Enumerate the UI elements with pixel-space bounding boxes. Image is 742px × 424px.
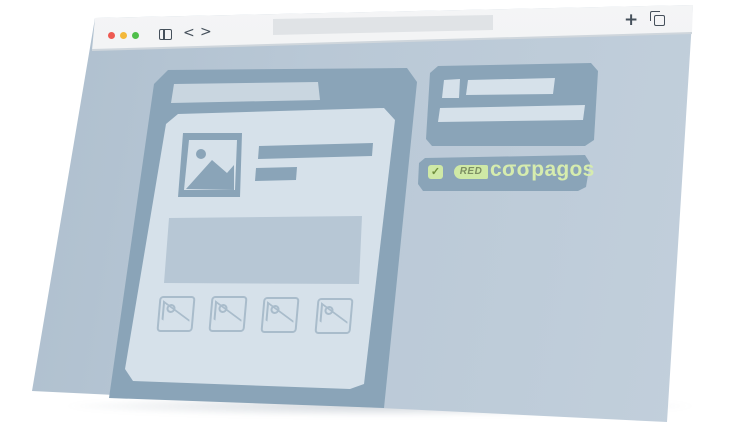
sidebar-icon[interactable]: [159, 29, 172, 40]
browser-mockup-stage: < > + ✓ RED cσσpagos: [0, 0, 742, 424]
plus-icon[interactable]: +: [624, 10, 638, 30]
chevron-right-icon[interactable]: >: [200, 24, 212, 40]
thumbnail-image-icon[interactable]: [314, 298, 354, 334]
close-window-button[interactable]: [108, 32, 115, 39]
zoom-window-button[interactable]: [132, 32, 139, 39]
thumbnail-image-icon[interactable]: [208, 296, 248, 332]
checkbox-checked-icon[interactable]: ✓: [428, 165, 443, 179]
chevron-left-icon[interactable]: <: [183, 25, 195, 41]
thumbnail-image-icon[interactable]: [156, 296, 196, 332]
brand-logo-text: cσσpagos: [490, 158, 595, 181]
network-tag: RED: [454, 165, 488, 179]
image-icon-sun: [196, 149, 206, 159]
thumbnail-image-icon[interactable]: [260, 297, 300, 333]
minimize-window-button[interactable]: [120, 32, 127, 39]
tabs-icon[interactable]: [650, 11, 665, 26]
